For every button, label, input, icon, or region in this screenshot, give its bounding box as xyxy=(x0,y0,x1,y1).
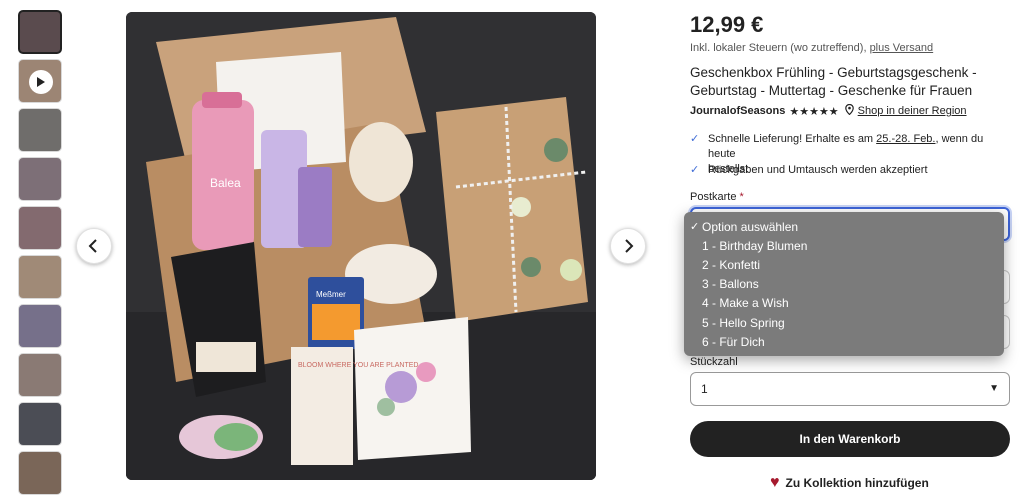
product-main-image[interactable]: Balea Meßmer BLOOM WHERE YOU ARE PLANTED xyxy=(126,12,596,480)
dropdown-option[interactable]: 3 - Ballons xyxy=(684,275,1004,294)
seller-row: JournalofSeasons ★★★★★ Shop in deiner Re… xyxy=(690,103,967,118)
shipping-link[interactable]: plus Versand xyxy=(870,42,934,54)
balea-text: Balea xyxy=(210,176,241,190)
dropdown-option-label: Option auswählen xyxy=(702,219,799,234)
shop-region-link[interactable]: Shop in deiner Region xyxy=(858,105,967,117)
thumbnail-item[interactable] xyxy=(18,255,62,299)
tax-note: Inkl. lokaler Steuern (wo zutreffend), p… xyxy=(690,42,933,54)
quantity-select[interactable]: 1 ▼ xyxy=(690,372,1010,406)
previous-image-button[interactable] xyxy=(76,228,112,264)
postkarte-label-text: Postkarte xyxy=(690,191,737,203)
delivery-date[interactable]: 25.-28. Feb. xyxy=(876,133,935,145)
stueckzahl-label: Stückzahl xyxy=(690,356,738,368)
product-photo: Balea Meßmer BLOOM WHERE YOU ARE PLANTED xyxy=(126,12,596,480)
chevron-left-icon xyxy=(88,239,97,253)
price: 12,99 € xyxy=(690,12,764,37)
dropdown-option-label: 2 - Konfetti xyxy=(702,257,761,272)
thumbnail-item[interactable] xyxy=(18,206,62,250)
dropdown-option-label: 4 - Make a Wish xyxy=(702,296,789,311)
delivery-text: Schnelle Lieferung! Erhalte es am xyxy=(708,133,874,145)
tax-note-text: Inkl. lokaler Steuern (wo zutreffend), xyxy=(690,42,867,54)
dropdown-option[interactable]: 2 - Konfetti xyxy=(684,255,1004,274)
thumbnail-item[interactable] xyxy=(18,10,62,54)
add-to-collection-button[interactable]: ♥ Zu Kollektion hinzufügen xyxy=(770,474,929,492)
dropdown-option-label: 1 - Birthday Blumen xyxy=(702,238,808,253)
postkarte-dropdown-menu: ✓ Option auswählen 1 - Birthday Blumen 2 - … xyxy=(684,212,1004,356)
required-mark: * xyxy=(739,191,744,203)
thumbnail-item[interactable] xyxy=(18,108,62,152)
seller-name[interactable]: JournalofSeasons xyxy=(690,105,785,117)
chevron-right-icon xyxy=(625,239,634,253)
next-image-button[interactable] xyxy=(610,228,646,264)
dropdown-option-label: 5 - Hello Spring xyxy=(702,315,785,330)
thumbnail-item[interactable] xyxy=(18,451,62,495)
returns-feature: ✓ Rückgaben und Umtausch werden akzeptie… xyxy=(690,163,928,178)
selected-check-icon: ✓ xyxy=(690,221,700,234)
play-icon xyxy=(29,70,53,94)
thumbnail-item[interactable] xyxy=(18,304,62,348)
tea-brand-text: Meßmer xyxy=(316,290,346,299)
heart-icon: ♥ xyxy=(770,474,780,491)
thumbnail-item[interactable] xyxy=(18,402,62,446)
dropdown-option[interactable]: 6 - Für Dich xyxy=(684,332,1004,351)
thumbnail-item[interactable] xyxy=(18,157,62,201)
returns-text: Rückgaben und Umtausch werden akzeptiert xyxy=(708,164,928,176)
thumbnail-item[interactable] xyxy=(18,59,62,103)
card-text: BLOOM WHERE YOU ARE PLANTED xyxy=(298,362,418,369)
thumbnail-item[interactable] xyxy=(18,353,62,397)
checkmark-icon: ✓ xyxy=(690,164,700,176)
postkarte-label: Postkarte * xyxy=(690,191,744,203)
quantity-value: 1 xyxy=(701,382,708,396)
location-pin-icon xyxy=(844,103,854,118)
dropdown-option[interactable]: ✓ Option auswählen xyxy=(684,217,1004,236)
dropdown-option[interactable]: 5 - Hello Spring xyxy=(684,313,1004,332)
add-to-collection-label: Zu Kollektion hinzufügen xyxy=(785,476,929,490)
caret-down-icon: ▼ xyxy=(989,383,999,394)
thumbnail-strip xyxy=(18,10,64,500)
dropdown-option-label: 3 - Ballons xyxy=(702,277,759,292)
dropdown-option-label: 6 - Für Dich xyxy=(702,334,765,349)
dropdown-option[interactable]: 1 - Birthday Blumen xyxy=(684,236,1004,255)
add-to-cart-button[interactable]: In den Warenkorb xyxy=(690,421,1010,457)
product-title: Geschenkbox Frühling - Geburtstagsgesche… xyxy=(690,65,977,98)
star-rating-icon: ★★★★★ xyxy=(789,105,839,118)
dropdown-option[interactable]: 4 - Make a Wish xyxy=(684,294,1004,313)
